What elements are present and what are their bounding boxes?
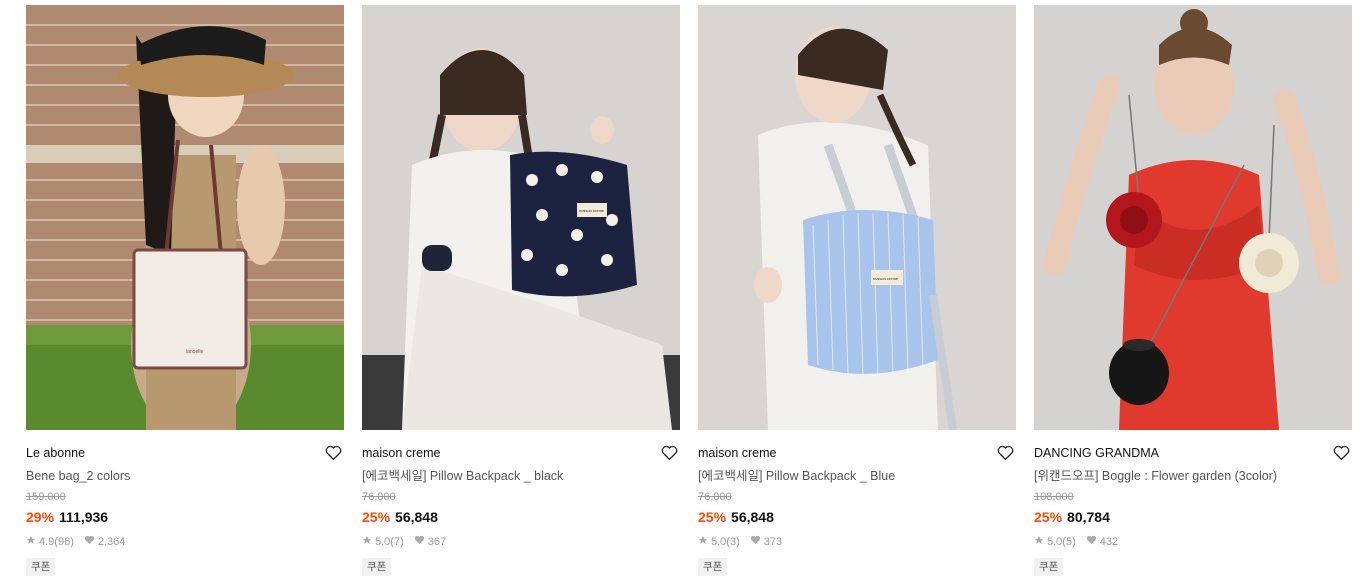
price-row: 25% 56,848 xyxy=(698,508,1016,526)
review-count: (96) xyxy=(54,536,74,548)
discount-rate: 25% xyxy=(362,509,391,525)
product-name[interactable]: [위캔드오프] Boggle : Flower garden (3color) xyxy=(1034,466,1352,486)
review-count: (7) xyxy=(390,536,404,548)
rating-value: 5.0 xyxy=(375,536,391,548)
rating-value: 5.0 xyxy=(1047,536,1063,548)
sale-price: 111,936 xyxy=(59,509,109,525)
product-image[interactable] xyxy=(1034,5,1352,430)
heart-filled-icon xyxy=(1086,535,1097,549)
star-icon xyxy=(698,535,708,549)
like-count: 373 xyxy=(763,536,783,548)
brand-row: DANCING GRANDMA xyxy=(1034,443,1352,463)
brand-name[interactable]: maison creme xyxy=(362,443,680,463)
original-price: 108,000 xyxy=(1034,491,1074,503)
product-image[interactable]: maison creme xyxy=(698,5,1016,430)
brand-row: Le abonne xyxy=(26,443,344,463)
coupon-badge: 쿠폰 xyxy=(1034,558,1064,576)
like-count: 432 xyxy=(1099,536,1119,548)
review-count: (5) xyxy=(1062,536,1076,548)
coupon-badge: 쿠폰 xyxy=(698,558,728,576)
product-card[interactable]: maison creme maison creme [에코백세일] Pillow… xyxy=(698,5,1016,576)
rating-row: 5.0 (3) 373 xyxy=(698,535,1016,549)
like-count: 367 xyxy=(427,536,447,548)
price-row: 29% 111,936 xyxy=(26,508,344,526)
product-card[interactable]: maison creme maison creme [에코백세일] Pillow… xyxy=(362,5,680,576)
heart-filled-icon xyxy=(414,535,425,549)
coupon-badge: 쿠폰 xyxy=(362,558,392,576)
brand-row: maison creme xyxy=(362,443,680,463)
wishlist-heart-icon[interactable] xyxy=(1333,445,1350,461)
original-price: 159,000 xyxy=(26,491,66,503)
product-image[interactable]: lanoelle xyxy=(26,5,344,430)
product-photo-black-backpack: maison creme xyxy=(362,5,680,430)
discount-rate: 25% xyxy=(1034,509,1063,525)
product-photo-blue-backpack: maison creme xyxy=(698,5,1016,430)
brand-row: maison creme xyxy=(698,443,1016,463)
product-card[interactable]: DANCING GRANDMA [위캔드오프] Boggle : Flower … xyxy=(1034,5,1352,576)
rating-row: 4.9 (96) 2,364 xyxy=(26,535,344,549)
star-icon xyxy=(362,535,372,549)
product-name[interactable]: [에코백세일] Pillow Backpack _ Blue xyxy=(698,466,1016,486)
discount-rate: 25% xyxy=(698,509,727,525)
rating-row: 5.0 (7) 367 xyxy=(362,535,680,549)
sale-price: 80,784 xyxy=(1067,509,1110,525)
original-price: 76,000 xyxy=(362,491,396,503)
sale-price: 56,848 xyxy=(731,509,774,525)
wishlist-heart-icon[interactable] xyxy=(661,445,678,461)
star-icon xyxy=(26,535,36,549)
rating-row: 5.0 (5) 432 xyxy=(1034,535,1352,549)
sale-price: 56,848 xyxy=(395,509,438,525)
wishlist-heart-icon[interactable] xyxy=(997,445,1014,461)
like-count: 2,364 xyxy=(97,536,126,548)
rating-value: 5.0 xyxy=(711,536,727,548)
svg-text:maison creme: maison creme xyxy=(873,276,899,281)
svg-text:maison creme: maison creme xyxy=(579,208,605,213)
heart-filled-icon xyxy=(750,535,761,549)
product-grid: lanoelle Le abonne Bene bag_2 colors 159… xyxy=(26,5,1352,576)
rating-value: 4.9 xyxy=(39,536,55,548)
brand-name[interactable]: Le abonne xyxy=(26,443,344,463)
star-icon xyxy=(1034,535,1044,549)
product-image[interactable]: maison creme xyxy=(362,5,680,430)
wishlist-heart-icon[interactable] xyxy=(325,445,342,461)
coupon-badge: 쿠폰 xyxy=(26,558,56,576)
svg-text:lanoelle: lanoelle xyxy=(186,349,203,355)
heart-filled-icon xyxy=(84,535,95,549)
price-row: 25% 56,848 xyxy=(362,508,680,526)
product-name[interactable]: Bene bag_2 colors xyxy=(26,466,344,486)
price-row: 25% 80,784 xyxy=(1034,508,1352,526)
product-photo-flower-bags xyxy=(1034,5,1352,430)
product-card[interactable]: lanoelle Le abonne Bene bag_2 colors 159… xyxy=(26,5,344,576)
product-photo-brick-wall: lanoelle xyxy=(26,5,344,430)
brand-name[interactable]: maison creme xyxy=(698,443,1016,463)
discount-rate: 29% xyxy=(26,509,55,525)
review-count: (3) xyxy=(726,536,740,548)
original-price: 76,000 xyxy=(698,491,732,503)
brand-name[interactable]: DANCING GRANDMA xyxy=(1034,443,1352,463)
product-name[interactable]: [에코백세일] Pillow Backpack _ black xyxy=(362,466,680,486)
